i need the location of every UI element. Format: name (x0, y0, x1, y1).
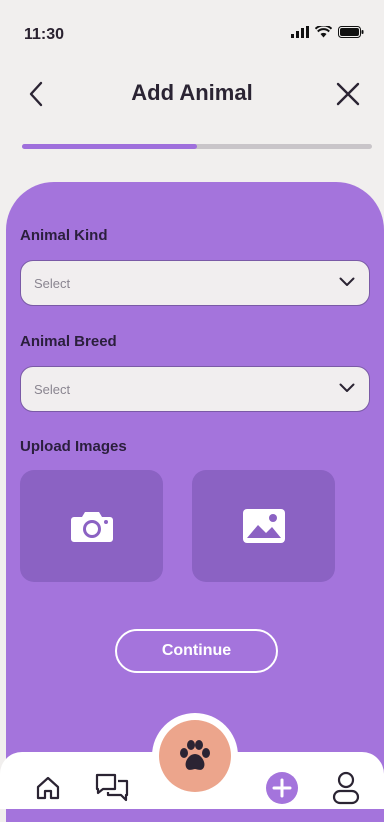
chat-icon (95, 773, 129, 802)
paw-fab-button[interactable] (159, 720, 231, 792)
chevron-down-icon (339, 383, 355, 392)
upload-images-label: Upload Images (20, 438, 127, 455)
app-header: Add Animal (0, 70, 384, 118)
animal-kind-placeholder: Select (34, 276, 71, 291)
status-time: 11:30 (24, 26, 65, 43)
nav-add[interactable] (262, 768, 302, 808)
cellular-signal-icon (291, 26, 309, 38)
close-icon (336, 82, 360, 106)
home-icon (36, 776, 60, 800)
camera-upload-tile[interactable] (20, 470, 163, 582)
progress-fill (22, 144, 197, 149)
profile-icon (332, 771, 360, 805)
chevron-down-icon (339, 277, 355, 286)
battery-icon (338, 26, 364, 38)
animal-kind-label: Animal Kind (20, 227, 108, 244)
progress-bar (22, 144, 372, 149)
animal-breed-placeholder: Select (34, 382, 71, 397)
page-title: Add Animal (131, 80, 253, 105)
close-button[interactable] (330, 76, 366, 112)
animal-kind-select[interactable]: Select (20, 260, 370, 306)
nav-chat[interactable] (92, 768, 132, 808)
gallery-upload-tile[interactable] (192, 470, 335, 582)
continue-button[interactable]: Continue (115, 629, 278, 673)
nav-home[interactable] (28, 768, 68, 808)
status-icons (291, 26, 364, 38)
paw-icon (180, 740, 210, 770)
status-bar: 11:30 (0, 0, 384, 62)
image-icon (242, 509, 285, 543)
nav-profile[interactable] (326, 768, 366, 808)
camera-icon (70, 512, 113, 542)
animal-breed-select[interactable]: Select (20, 366, 370, 412)
animal-breed-label: Animal Breed (20, 333, 117, 350)
wifi-icon (315, 26, 332, 38)
plus-icon (266, 772, 298, 804)
